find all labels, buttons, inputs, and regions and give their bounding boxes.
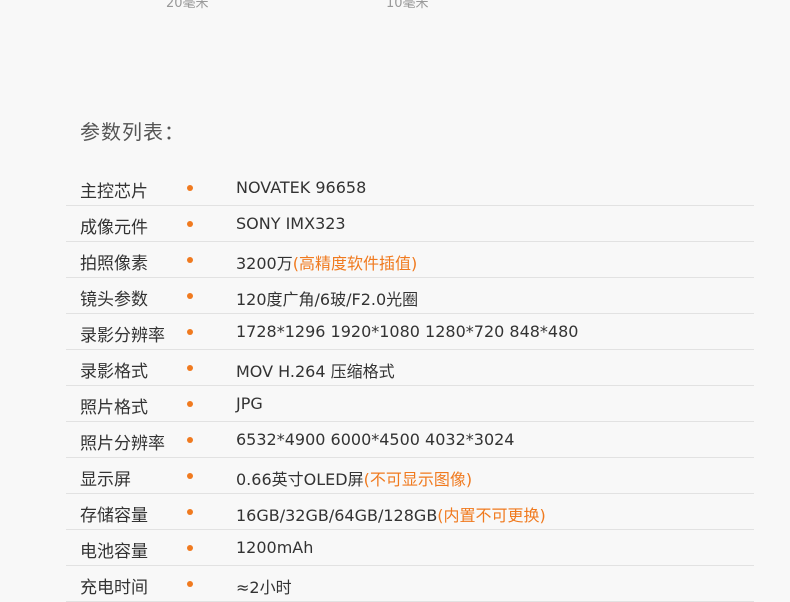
spec-value: 16GB/32GB/64GB/128GB(内置不可更换) — [236, 506, 546, 525]
spec-row-photo-pixels: 拍照像素 3200万(高精度软件插值) — [66, 242, 754, 278]
bullet-dot-icon — [187, 509, 193, 515]
spec-label: 镜头参数 — [80, 290, 148, 310]
spec-value: ≈2小时 — [236, 578, 292, 597]
spec-value: NOVATEK 96658 — [236, 178, 367, 197]
spec-label: 照片格式 — [80, 398, 148, 418]
spec-label: 存储容量 — [80, 506, 148, 526]
spec-value: 1200mAh — [236, 538, 314, 557]
spec-row-battery: 电池容量 1200mAh — [66, 530, 754, 566]
spec-value: MOV H.264 压缩格式 — [236, 362, 395, 381]
spec-row-photo-format: 照片格式 JPG — [66, 386, 754, 422]
spec-row-display: 显示屏 0.66英寸OLED屏(不可显示图像) — [66, 458, 754, 494]
spec-value: 1728*1296 1920*1080 1280*720 848*480 — [236, 322, 579, 341]
bullet-dot-icon — [187, 401, 193, 407]
spec-row-storage: 存储容量 16GB/32GB/64GB/128GB(内置不可更换) — [66, 494, 754, 530]
bullet-dot-icon — [187, 365, 193, 371]
bullet-dot-icon — [187, 293, 193, 299]
spec-label: 照片分辨率 — [80, 434, 165, 454]
spec-value: 3200万(高精度软件插值) — [236, 254, 418, 273]
spec-label: 录影格式 — [80, 362, 148, 382]
bullet-dot-icon — [187, 545, 193, 551]
spec-label: 拍照像素 — [80, 254, 148, 274]
spec-label: 电池容量 — [80, 542, 148, 562]
bullet-dot-icon — [187, 221, 193, 227]
spec-list-heading: 参数列表： — [80, 120, 185, 144]
spec-row-video-resolution: 录影分辨率 1728*1296 1920*1080 1280*720 848*4… — [66, 314, 754, 350]
spec-label: 显示屏 — [80, 470, 131, 490]
spec-label: 录影分辨率 — [80, 326, 165, 346]
top-partial-text: 20毫米 10毫米 — [0, 0, 790, 11]
spec-value: 0.66英寸OLED屏(不可显示图像) — [236, 470, 473, 489]
top-partial-label-2: 10毫米 — [386, 0, 429, 11]
bullet-dot-icon — [187, 257, 193, 263]
spec-value: JPG — [236, 394, 263, 413]
spec-value: 120度广角/6玻/F2.0光圈 — [236, 290, 419, 309]
spec-value: 6532*4900 6000*4500 4032*3024 — [236, 430, 515, 449]
bullet-dot-icon — [187, 581, 193, 587]
spec-row-photo-resolution: 照片分辨率 6532*4900 6000*4500 4032*3024 — [66, 422, 754, 458]
spec-row-main-chip: 主控芯片 NOVATEK 96658 — [66, 170, 754, 206]
bullet-dot-icon — [187, 473, 193, 479]
spec-label: 成像元件 — [80, 218, 148, 238]
spec-row-sensor: 成像元件 SONY IMX323 — [66, 206, 754, 242]
spec-label: 充电时间 — [80, 578, 148, 598]
spec-table: 主控芯片 NOVATEK 96658 成像元件 SONY IMX323 拍照像素… — [66, 170, 754, 602]
bullet-dot-icon — [187, 329, 193, 335]
spec-row-charge-time: 充电时间 ≈2小时 — [66, 566, 754, 602]
bullet-dot-icon — [187, 437, 193, 443]
spec-value: SONY IMX323 — [236, 214, 346, 233]
spec-row-video-format: 录影格式 MOV H.264 压缩格式 — [66, 350, 754, 386]
spec-row-lens: 镜头参数 120度广角/6玻/F2.0光圈 — [66, 278, 754, 314]
bullet-dot-icon — [187, 185, 193, 191]
top-partial-label-1: 20毫米 — [166, 0, 209, 11]
spec-label: 主控芯片 — [80, 182, 148, 202]
